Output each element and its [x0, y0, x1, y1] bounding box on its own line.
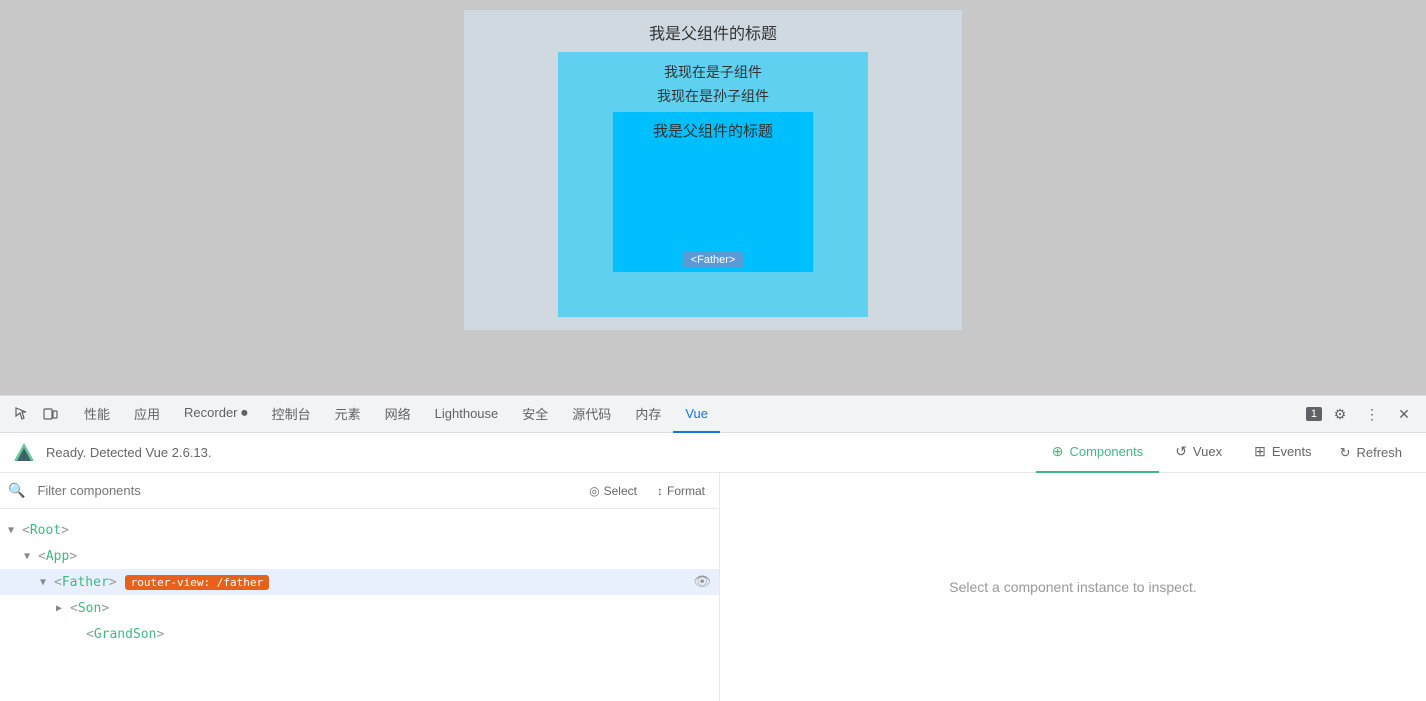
refresh-button[interactable]: ↻ Refresh	[1328, 433, 1414, 473]
tab-lighthouse[interactable]: Lighthouse	[423, 395, 511, 433]
arrow-grandson	[72, 629, 86, 640]
vue-status: Ready. Detected Vue 2.6.13.	[46, 445, 212, 460]
events-icon: ⊞	[1254, 443, 1266, 460]
tab-performance[interactable]: 性能	[72, 395, 122, 433]
vue-tabs: ⊕ Components ↺ Vuex ⊞ Events ↻ Refresh	[1036, 433, 1414, 473]
vue-body: 🔍 ◎ Select ↕ Format ▼ <Root>	[0, 473, 1426, 701]
inspector-panel: Select a component instance to inspect.	[720, 473, 1426, 701]
tab-memory[interactable]: 内存	[623, 395, 673, 433]
vue-panel: Ready. Detected Vue 2.6.13. ⊕ Components…	[0, 433, 1426, 701]
outer-title: 我是父组件的标题	[649, 20, 777, 44]
arrow-app: ▼	[24, 551, 38, 562]
tree-item-app[interactable]: ▼ <App>	[0, 543, 719, 569]
arrow-father: ▼	[40, 577, 54, 588]
child-text: 我现在是子组件	[664, 62, 762, 82]
preview-area: 我是父组件的标题 我现在是子组件 我现在是孙子组件 我是父组件的标题 <Fath…	[0, 0, 1426, 395]
tab-app[interactable]: 应用	[122, 395, 172, 433]
tab-vue[interactable]: Vue	[673, 395, 720, 433]
refresh-label: Refresh	[1356, 445, 1402, 460]
close-btn[interactable]: ✕	[1390, 400, 1418, 428]
format-label: Format	[667, 484, 705, 498]
father-badge: <Father>	[683, 252, 744, 268]
tab-vuex-label: Vuex	[1193, 444, 1222, 459]
format-button[interactable]: ↕ Format	[651, 481, 711, 501]
select-label: Select	[604, 484, 637, 498]
vue-panel-header: Ready. Detected Vue 2.6.13. ⊕ Components…	[0, 433, 1426, 473]
devtools-bar: 性能 应用 Recorder ⏺ 控制台 元素 网络 Lighthouse 安全…	[0, 395, 1426, 433]
tree-item-father[interactable]: ▼ <Father> router-view: /father 👁	[0, 569, 719, 595]
tab-network[interactable]: 网络	[373, 395, 423, 433]
tab-events-label: Events	[1272, 444, 1312, 459]
settings-btn[interactable]: ⚙	[1326, 400, 1354, 428]
tab-vuex[interactable]: ↺ Vuex	[1159, 433, 1238, 473]
components-icon: ⊕	[1052, 443, 1064, 460]
format-icon: ↕	[657, 484, 663, 498]
arrow-root: ▼	[8, 525, 22, 536]
refresh-icon: ↻	[1340, 445, 1351, 461]
tab-components-label: Components	[1069, 444, 1143, 459]
badge-count: 1	[1306, 407, 1322, 421]
select-button[interactable]: ◎ Select	[583, 481, 643, 501]
inner-inner-box: 我是父组件的标题 <Father>	[613, 112, 813, 272]
tree-item-son[interactable]: ▶ <Son>	[0, 595, 719, 621]
inspect-element-btn[interactable]	[8, 400, 36, 428]
more-btn[interactable]: ⋮	[1358, 400, 1386, 428]
vue-logo-icon	[12, 441, 36, 465]
inspector-placeholder: Select a component instance to inspect.	[949, 579, 1196, 595]
arrow-son: ▶	[56, 603, 70, 614]
tab-console[interactable]: 控制台	[260, 395, 323, 433]
tab-security[interactable]: 安全	[510, 395, 560, 433]
grandchild-text: 我现在是孙子组件	[657, 86, 769, 106]
route-badge: router-view: /father	[125, 575, 269, 590]
tree-toolbar: 🔍 ◎ Select ↕ Format	[0, 473, 719, 509]
device-toolbar-btn[interactable]	[36, 400, 64, 428]
tree-content: ▼ <Root> ▼ <App> ▼ <Father> router-view:…	[0, 509, 719, 701]
devtools-right: 1 ⚙ ⋮ ✕	[1306, 400, 1418, 428]
tree-item-root[interactable]: ▼ <Root>	[0, 517, 719, 543]
tree-item-grandson[interactable]: <GrandSon>	[0, 621, 719, 647]
component-tree: 🔍 ◎ Select ↕ Format ▼ <Root>	[0, 473, 720, 701]
search-input[interactable]	[37, 483, 575, 498]
vuex-icon: ↺	[1175, 443, 1187, 460]
inner-title: 我是父组件的标题	[653, 120, 773, 141]
eye-icon[interactable]: 👁	[693, 574, 711, 590]
select-icon: ◎	[589, 484, 599, 498]
tab-events[interactable]: ⊞ Events	[1238, 433, 1327, 473]
tab-sources[interactable]: 源代码	[560, 395, 623, 433]
inner-box: 我现在是子组件 我现在是孙子组件 我是父组件的标题 <Father>	[558, 52, 868, 317]
tab-recorder[interactable]: Recorder ⏺	[172, 395, 260, 433]
search-icon: 🔍	[8, 482, 25, 499]
preview-container: 我是父组件的标题 我现在是子组件 我现在是孙子组件 我是父组件的标题 <Fath…	[464, 10, 962, 330]
tab-components[interactable]: ⊕ Components	[1036, 433, 1159, 473]
tab-elements[interactable]: 元素	[323, 395, 373, 433]
